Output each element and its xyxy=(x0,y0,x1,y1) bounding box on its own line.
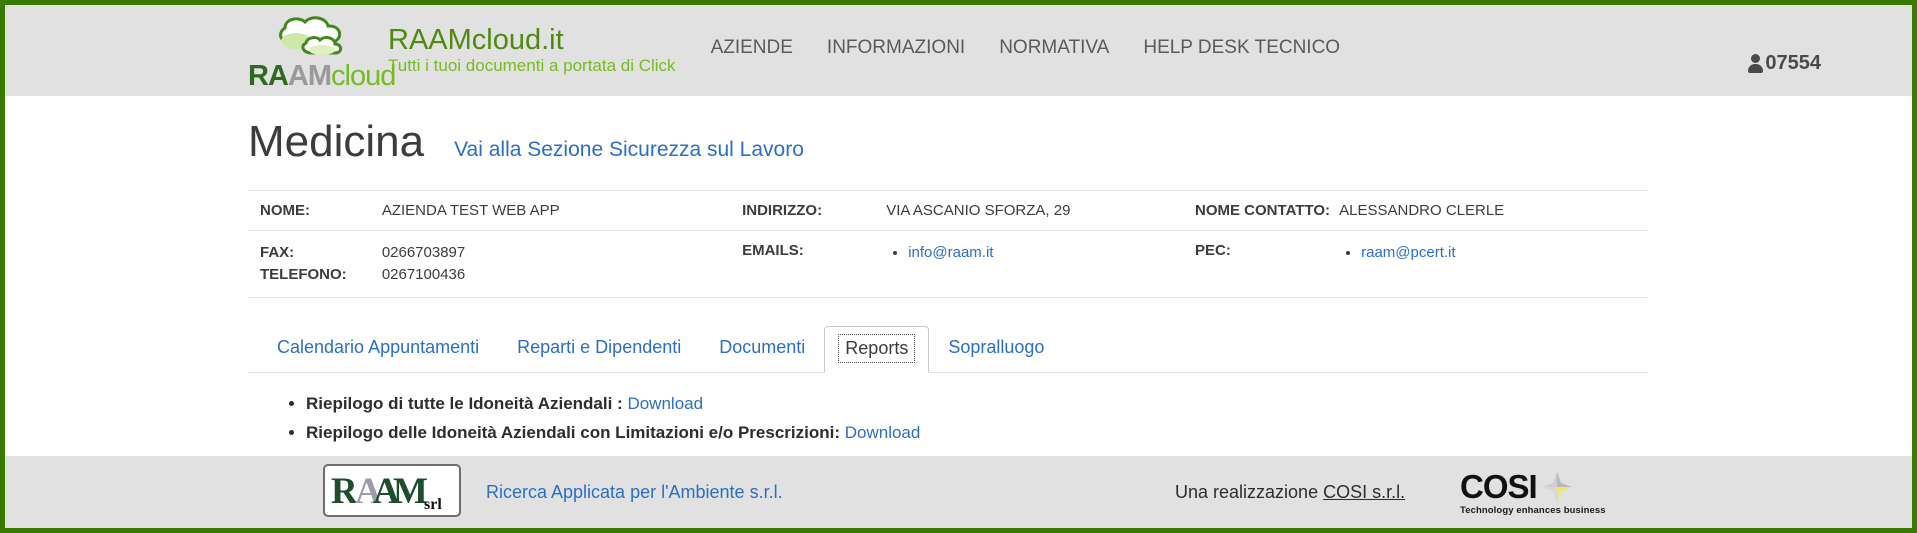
list-item: Riepilogo di tutte le Idoneità Aziendali… xyxy=(306,391,1648,417)
indirizzo-value: VIA ASCANIO SFORZA, 29 xyxy=(886,190,1196,231)
raam-srl-logo[interactable]: R A A M srl xyxy=(323,464,461,517)
user-badge[interactable]: 07554 xyxy=(1747,52,1821,75)
fax-telefono-values: 0266703897 0267100436 xyxy=(381,230,743,298)
svg-text:M: M xyxy=(393,471,428,512)
wordmark-part-3: cloud xyxy=(331,59,396,92)
reports-list: Riepilogo di tutte le Idoneità Aziendali… xyxy=(284,391,1648,447)
nav-item-help-desk-tecnico[interactable]: HELP DESK TECNICO xyxy=(1126,37,1357,59)
brand-subtitle: Tutti i tuoi documenti a portata di Clic… xyxy=(388,56,676,76)
svg-text:srl: srl xyxy=(424,496,442,513)
tab-reparti-e-dipendenti[interactable]: Reparti e Dipendenti xyxy=(498,324,700,373)
cloud-icon xyxy=(279,15,343,55)
nav-item-normativa[interactable]: NORMATIVA xyxy=(982,37,1126,59)
reports-panel: Riepilogo di tutte le Idoneità Aziendali… xyxy=(248,391,1648,447)
list-item: info@raam.it xyxy=(908,242,1195,265)
fax-telefono-labels: FAX: TELEFONO: xyxy=(248,230,382,298)
report-2-download-link[interactable]: Download xyxy=(845,423,921,442)
user-id-label: 07554 xyxy=(1765,52,1821,74)
user-icon xyxy=(1747,54,1764,73)
report-1-label: Riepilogo di tutte le Idoneità Aziendali… xyxy=(306,393,623,413)
cosi-logo[interactable]: COSI Technology enhances business xyxy=(1460,470,1606,516)
contatto-label: NOME CONTATTO: xyxy=(1195,190,1340,231)
email-link[interactable]: info@raam.it xyxy=(908,244,993,261)
tab-calendario-appuntamenti[interactable]: Calendario Appuntamenti xyxy=(258,324,498,373)
four-point-star-icon xyxy=(1541,471,1572,502)
nav-item-aziende[interactable]: AZIENDE xyxy=(694,37,810,59)
emails-value-cell: info@raam.it xyxy=(886,230,1196,298)
fax-value: 0266703897 xyxy=(381,244,466,261)
raam-srl-logo-icon: R A A M srl xyxy=(331,471,442,513)
brand-title: RAAMcloud.it xyxy=(388,23,564,56)
emails-label: EMAILS: xyxy=(742,230,887,298)
pec-list: raam@pcert.it xyxy=(1339,242,1648,265)
pec-value-cell: raam@pcert.it xyxy=(1339,230,1648,298)
main-navigation: AZIENDE INFORMAZIONI NORMATIVA HELP DESK… xyxy=(694,37,1358,59)
section-tabs: Calendario Appuntamenti Reparti e Dipend… xyxy=(248,324,1648,373)
pec-label: PEC: xyxy=(1195,230,1340,298)
nav-item-informazioni[interactable]: INFORMAZIONI xyxy=(810,37,982,59)
wordmark-part-2: AM xyxy=(287,59,332,92)
list-item: Riepilogo delle Idoneità Aziendali con L… xyxy=(306,420,1648,446)
footer-credit: Una realizzazione COSI s.r.l. xyxy=(1175,482,1405,503)
table-row: FAX: TELEFONO: 0266703897 0267100436 EMA… xyxy=(248,230,1648,298)
report-2-label: Riepilogo delle Idoneità Aziendali con L… xyxy=(306,422,840,442)
list-item: raam@pcert.it xyxy=(1361,242,1648,265)
footer-credit-prefix: Una realizzazione xyxy=(1175,481,1324,502)
page-title-row: Medicina Vai alla Sezione Sicurezza sul … xyxy=(248,96,1648,174)
emails-list: info@raam.it xyxy=(886,242,1195,265)
raam-srl-link[interactable]: Ricerca Applicata per l'Ambiente s.r.l. xyxy=(486,482,783,503)
cosi-wordmark: COSI xyxy=(1460,468,1538,505)
nome-label: NOME: xyxy=(248,190,382,231)
telefono-label: TELEFONO: xyxy=(260,265,347,283)
fax-label: FAX: xyxy=(260,244,295,261)
tab-reports[interactable]: Reports xyxy=(824,325,930,373)
tab-sopralluogo[interactable]: Sopralluogo xyxy=(929,324,1063,373)
go-to-sicurezza-link[interactable]: Vai alla Sezione Sicurezza sul Lavoro xyxy=(454,138,804,162)
wordmark-part-1: RA xyxy=(248,59,289,92)
raamcloud-logo[interactable]: RAAMcloud xyxy=(248,13,396,90)
tab-documenti[interactable]: Documenti xyxy=(700,324,824,373)
table-row: NOME: AZIENDA TEST WEB APP INDIRIZZO: VI… xyxy=(248,190,1648,231)
tab-reports-label: Reports xyxy=(838,333,916,363)
main-content: Medicina Vai alla Sezione Sicurezza sul … xyxy=(5,96,1912,456)
cosi-logo-row: COSI xyxy=(1460,470,1605,503)
report-1-download-link[interactable]: Download xyxy=(627,394,703,413)
contatto-value: ALESSANDRO CLERLE xyxy=(1339,190,1648,231)
cosi-tagline: Technology enhances business xyxy=(1460,505,1606,516)
pec-link[interactable]: raam@pcert.it xyxy=(1361,244,1455,261)
site-footer: R A A M srl Ricerca Applicata per l'Ambi… xyxy=(5,456,1912,528)
site-header: RAAMcloud RAAMcloud.it Tutti i tuoi docu… xyxy=(5,5,1912,96)
company-info-table: NOME: AZIENDA TEST WEB APP INDIRIZZO: VI… xyxy=(248,190,1648,298)
nome-value: AZIENDA TEST WEB APP xyxy=(381,190,743,231)
cosi-srl-link[interactable]: COSI s.r.l. xyxy=(1323,482,1405,502)
brand-text-block: RAAMcloud.it Tutti i tuoi documenti a po… xyxy=(388,23,676,77)
telefono-value: 0267100436 xyxy=(381,265,466,283)
page-title: Medicina xyxy=(248,117,425,166)
indirizzo-label: INDIRIZZO: xyxy=(742,190,887,231)
raamcloud-wordmark: RAAMcloud xyxy=(248,59,396,92)
app-window: RAAMcloud RAAMcloud.it Tutti i tuoi docu… xyxy=(0,0,1917,533)
